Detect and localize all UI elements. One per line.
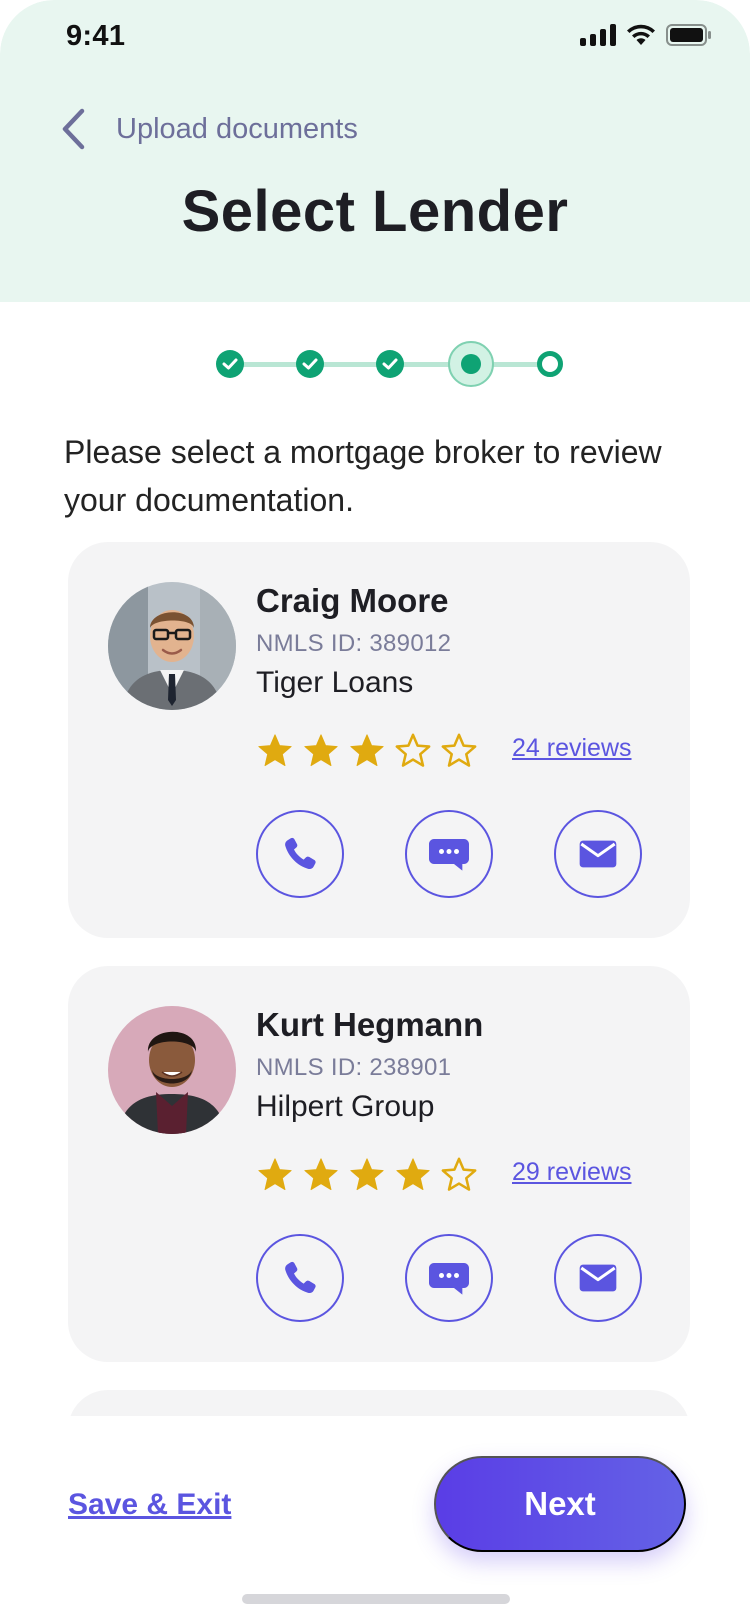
phone-icon [285, 837, 316, 870]
intro-text: Please select a mortgage broker to revie… [64, 434, 662, 518]
envelope-icon [579, 840, 617, 868]
lender-company: Tiger Loans [256, 666, 414, 699]
phone-icon [285, 1261, 316, 1294]
email-button[interactable] [554, 810, 642, 898]
message-button[interactable] [405, 1234, 493, 1322]
call-button[interactable] [256, 1234, 344, 1322]
lender-card[interactable]: Kurt Hegmann NMLS ID: 238901 Hilpert Gro… [68, 966, 690, 1362]
back-label: Upload documents [116, 112, 358, 145]
lender-company: Hilpert Group [256, 1090, 435, 1123]
footer: Save & Exit Next [0, 1416, 750, 1624]
reviews-link[interactable]: 24 reviews [512, 734, 632, 763]
step-2-complete [296, 350, 324, 378]
next-button[interactable]: Next [434, 1456, 686, 1552]
step-4-current [448, 341, 494, 387]
step-1-complete [216, 350, 244, 378]
star-rating [256, 732, 478, 770]
avatar [108, 582, 236, 710]
chevron-left-icon [62, 108, 85, 150]
star-filled-icon [350, 1158, 384, 1191]
lender-name: Craig Moore [256, 582, 449, 619]
lender-name: Kurt Hegmann [256, 1006, 484, 1043]
star-filled-icon [258, 734, 292, 767]
chat-bubble-icon [429, 1263, 469, 1295]
wifi-icon [627, 24, 655, 45]
star-filled-icon [396, 1158, 430, 1191]
header: 9:41 Upload documents Select Lender [0, 0, 750, 302]
avatar [108, 1006, 236, 1134]
save-exit-link[interactable]: Save & Exit [68, 1488, 231, 1522]
check-icon [302, 358, 318, 370]
call-button[interactable] [256, 810, 344, 898]
chat-bubble-icon [429, 839, 469, 871]
star-outline-icon [441, 1157, 477, 1191]
step-5-upcoming [537, 351, 563, 377]
nmls-id: NMLS ID: 238901 [256, 1054, 452, 1081]
progress-stepper [214, 341, 568, 387]
email-button[interactable] [554, 1234, 642, 1322]
contact-actions [256, 810, 642, 898]
step-3-complete [376, 350, 404, 378]
cellular-signal-icon [580, 24, 616, 46]
back-button[interactable]: Upload documents [60, 108, 358, 150]
check-icon [382, 358, 398, 370]
message-button[interactable] [405, 810, 493, 898]
star-filled-icon [258, 1158, 292, 1191]
nmls-id: NMLS ID: 389012 [256, 630, 452, 657]
star-rating [256, 1156, 478, 1194]
current-step-dot [461, 354, 481, 374]
star-filled-icon [304, 1158, 338, 1191]
status-icons [580, 24, 712, 46]
star-outline-icon [441, 733, 477, 767]
battery-icon [666, 24, 711, 46]
home-indicator [242, 1594, 510, 1604]
envelope-icon [579, 1264, 617, 1292]
lender-card[interactable]: Craig Moore NMLS ID: 389012 Tiger Loans … [68, 542, 690, 938]
contact-actions [256, 1234, 642, 1322]
star-outline-icon [395, 733, 431, 767]
check-icon [222, 358, 238, 370]
page-title: Select Lender [181, 179, 569, 244]
star-filled-icon [350, 734, 384, 767]
star-filled-icon [304, 734, 338, 767]
reviews-link[interactable]: 29 reviews [512, 1158, 632, 1187]
screen: 9:41 Upload documents Select Lender Plea… [0, 0, 750, 1624]
status-time: 9:41 [66, 20, 126, 52]
